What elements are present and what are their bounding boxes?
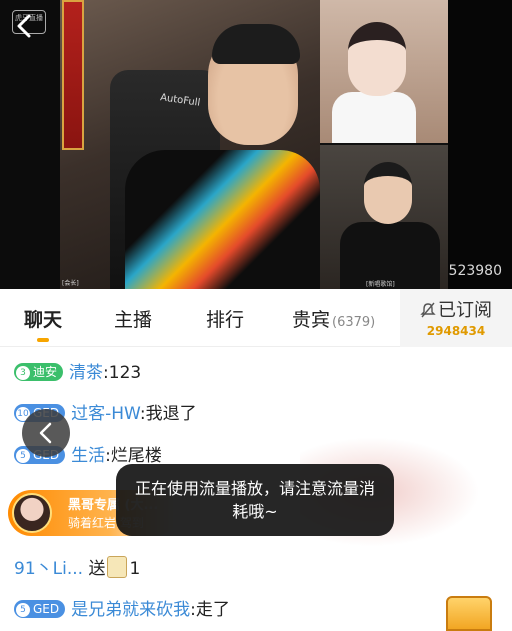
- subscribe-text: 已订阅: [438, 300, 492, 321]
- subscribe-label: 已订阅: [400, 296, 512, 322]
- video-right-edge: [448, 0, 512, 289]
- chat-username[interactable]: 是兄弟就来砍我: [71, 600, 190, 620]
- badge-name: 迪安: [33, 365, 58, 379]
- video-player[interactable]: AutoFull [会长] [新唱歌馆] 虎牙直播 523980: [0, 0, 512, 289]
- gift-count: 1: [129, 559, 141, 579]
- tab-ranking[interactable]: 排行: [206, 305, 244, 332]
- tab-vip[interactable]: 贵宾 (6379): [292, 305, 375, 332]
- chat-text: 烂尾楼: [110, 446, 162, 466]
- live-stream-screen: AutoFull [会长] [新唱歌馆] 虎牙直播 523980 聊天 主播 排…: [0, 0, 512, 631]
- tab-chat[interactable]: 聊天: [24, 305, 62, 332]
- guest-top-body: [332, 92, 416, 143]
- chat-gift-message: 91丶Li... 送 1: [14, 554, 140, 579]
- vip-count: (6379): [332, 315, 376, 330]
- subscriber-count: 2948434: [426, 324, 486, 338]
- fan-badge[interactable]: 3 迪安: [14, 363, 64, 381]
- wall-banner: [62, 0, 84, 150]
- treasure-chest-icon[interactable]: [446, 596, 492, 631]
- tab-anchor[interactable]: 主播: [114, 305, 152, 332]
- chat-username[interactable]: 过客-HW: [71, 404, 140, 424]
- gift-icon: [107, 556, 128, 578]
- tab-vip-label: 贵宾: [292, 309, 331, 331]
- chat-message: 3 迪安 清茶:123: [14, 358, 141, 383]
- room-id: 523980: [448, 263, 502, 279]
- back-arrow-icon[interactable]: [14, 14, 36, 38]
- streamer-hair: [212, 24, 300, 64]
- active-tab-indicator: [37, 338, 49, 342]
- fan-badge[interactable]: 5GED: [14, 600, 66, 618]
- chat-username[interactable]: 清茶: [69, 363, 103, 383]
- chat-text: 走了: [195, 600, 230, 620]
- subscribe-button[interactable]: 已订阅 2948434: [400, 289, 512, 347]
- guest-bottom-head: [364, 162, 412, 224]
- chat-text: 送: [88, 559, 106, 579]
- guest-top-head: [348, 22, 406, 96]
- data-usage-toast: 正在使用流量播放，请注意流量消耗哦~: [116, 464, 394, 536]
- chat-username[interactable]: 91丶Li...: [14, 559, 83, 579]
- badge-name: GED: [33, 602, 60, 616]
- room-wall: [0, 0, 60, 289]
- bell-off-icon: [420, 302, 436, 318]
- cam-label: [会长]: [62, 280, 79, 287]
- chat-message: 5 GED 是兄弟就来砍我:走了: [14, 595, 230, 620]
- cam-label: [新唱歌馆]: [366, 281, 395, 288]
- badge-level: 5: [16, 603, 30, 617]
- floating-back-button[interactable]: [22, 409, 70, 457]
- chat-text: 我退了: [145, 404, 197, 424]
- chevron-left-icon: [39, 422, 52, 444]
- avatar: [12, 493, 52, 533]
- chat-username[interactable]: 生活: [71, 446, 105, 466]
- streamer-body: [125, 150, 320, 289]
- chat-text: 123: [108, 363, 142, 383]
- badge-level: 3: [16, 366, 30, 380]
